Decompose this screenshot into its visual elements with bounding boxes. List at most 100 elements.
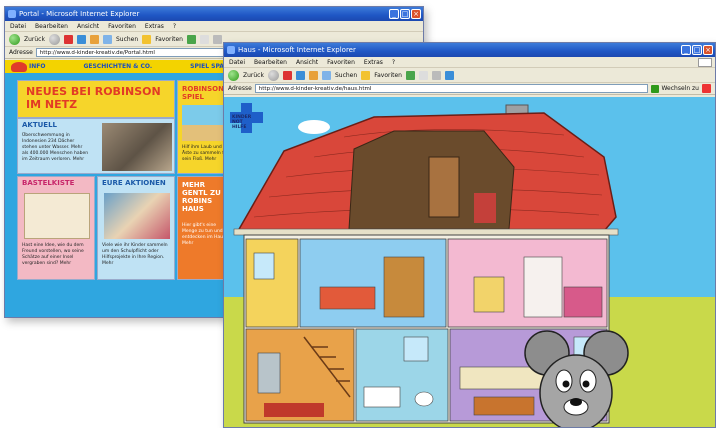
stairwell-room[interactable] <box>245 238 299 328</box>
minimize-button[interactable]: _ <box>389 9 399 19</box>
favorites-button-label[interactable]: Favoriten <box>155 36 183 43</box>
address-label: Adresse <box>228 85 252 92</box>
search-icon[interactable] <box>321 70 331 80</box>
go-icon <box>651 84 660 93</box>
attic-wardrobe[interactable] <box>428 156 460 218</box>
search-button-label[interactable]: Suchen <box>116 36 138 43</box>
wardrobe[interactable] <box>523 256 563 318</box>
front-menu-bar: Datei Bearbeiten Ansicht Favoriten Extra… <box>224 57 715 68</box>
map-drawing-image <box>24 193 90 239</box>
nav-info[interactable]: INFO <box>29 63 45 70</box>
window-controls: _ □ × <box>681 45 713 55</box>
window <box>403 336 429 362</box>
history-icon[interactable] <box>186 34 196 44</box>
aktionen-text: Viele wie ihr Kinder sammeln um den Schu… <box>102 243 168 266</box>
favorites-icon[interactable] <box>142 34 152 44</box>
mail-icon[interactable] <box>199 34 209 44</box>
menu-favoriten[interactable]: Favoriten <box>108 21 136 31</box>
menu-help[interactable]: ? <box>392 57 395 67</box>
home-icon[interactable] <box>308 70 318 80</box>
screenshot-scene: Portal - Microsoft Internet Explorer _ □… <box>0 0 716 428</box>
front-window-title: Haus - Microsoft Internet Explorer <box>238 46 356 54</box>
address-label: Adresse <box>9 49 33 56</box>
favorites-button-label[interactable]: Favoriten <box>374 72 402 79</box>
news-title: NEUES BEI ROBINSON IM NETZ <box>26 85 161 111</box>
menu-help[interactable]: ? <box>173 21 176 31</box>
aktuell-tile[interactable]: AKTUELL Überschwemmung in Indonesien 234… <box>17 118 175 174</box>
back-menu-bar: Datei Bearbeiten Ansicht Favoriten Extra… <box>5 21 423 32</box>
menu-datei[interactable]: Datei <box>10 21 26 31</box>
front-browser-window[interactable]: Haus - Microsoft Internet Explorer _ □ ×… <box>223 42 716 428</box>
news-banner: NEUES BEI ROBINSON IM NETZ <box>17 80 175 118</box>
window-controls: _ □ × <box>389 9 421 19</box>
window <box>253 252 275 280</box>
close-button[interactable]: × <box>703 45 713 55</box>
aktuell-text: Überschwemmung in Indonesien 234 Dächer … <box>22 133 89 162</box>
menu-ansicht[interactable]: Ansicht <box>296 57 318 67</box>
front-address-bar: Adresse http://www.d-kinder-kreativ.de/h… <box>224 83 715 95</box>
stop-icon[interactable] <box>63 34 73 44</box>
dresser[interactable] <box>473 276 505 313</box>
links-icon[interactable] <box>702 84 711 93</box>
stop-icon[interactable] <box>282 70 292 80</box>
kids-bed[interactable] <box>319 286 376 310</box>
mail-icon[interactable] <box>418 70 428 80</box>
messenger-icon[interactable] <box>444 70 454 80</box>
go-button[interactable]: Wechseln zu <box>651 84 699 93</box>
nav-geschichten[interactable]: GESCHICHTEN & CO. <box>83 63 152 70</box>
front-page-content: KINDER NOT HILFE <box>224 97 715 427</box>
menu-bearbeiten[interactable]: Bearbeiten <box>35 21 68 31</box>
menu-datei[interactable]: Datei <box>229 57 245 67</box>
eaves <box>233 228 619 236</box>
refresh-icon[interactable] <box>76 34 86 44</box>
site-logo-icon[interactable] <box>11 62 27 72</box>
close-button[interactable]: × <box>411 9 421 19</box>
menu-ansicht[interactable]: Ansicht <box>77 21 99 31</box>
aktionen-tile[interactable]: EURE AKTIONEN Viele wie ihr Kinder samme… <box>97 176 175 280</box>
menu-bearbeiten[interactable]: Bearbeiten <box>254 57 287 67</box>
back-button-label[interactable]: Zurück <box>24 36 45 43</box>
back-icon[interactable] <box>228 69 239 81</box>
back-icon[interactable] <box>9 33 20 45</box>
front-address-input[interactable]: http://www.d-kinder-kreativ.de/haus.html <box>254 84 649 93</box>
print-icon[interactable] <box>431 70 441 80</box>
flood-photo <box>102 123 172 171</box>
search-icon[interactable] <box>102 34 112 44</box>
bastelkiste-heading: BASTELKISTE <box>22 179 75 187</box>
front-title-bar[interactable]: Haus - Microsoft Internet Explorer _ □ × <box>224 43 715 57</box>
attic-basket[interactable] <box>474 193 496 223</box>
bastelkiste-text: Hast eine Idee, wie du dem Freund vorste… <box>22 243 84 266</box>
menu-favoriten[interactable]: Favoriten <box>327 57 355 67</box>
house-illustration[interactable] <box>224 97 715 427</box>
favorites-icon[interactable] <box>361 70 371 80</box>
kitchen-table[interactable] <box>473 396 535 416</box>
cloud <box>298 120 330 134</box>
refresh-icon[interactable] <box>295 70 305 80</box>
maximize-button[interactable]: □ <box>400 9 410 19</box>
search-button-label[interactable]: Suchen <box>335 72 357 79</box>
back-title-bar[interactable]: Portal - Microsoft Internet Explorer _ □… <box>5 7 423 21</box>
forward-icon[interactable] <box>48 33 60 45</box>
go-label: Wechseln zu <box>661 85 699 92</box>
history-icon[interactable] <box>405 70 415 80</box>
front-door[interactable] <box>257 352 281 394</box>
forward-icon[interactable] <box>267 69 279 81</box>
maximize-button[interactable]: □ <box>692 45 702 55</box>
menu-extras[interactable]: Extras <box>364 57 383 67</box>
bathtub[interactable] <box>363 386 401 408</box>
bastelkiste-tile[interactable]: BASTELKISTE Hast eine Idee, wie du dem F… <box>17 176 95 280</box>
ie-icon <box>8 10 16 18</box>
back-button-label[interactable]: Zurück <box>243 72 264 79</box>
menu-extras[interactable]: Extras <box>145 21 164 31</box>
children-photo <box>104 193 170 239</box>
hall-rug <box>264 403 324 417</box>
toilet[interactable] <box>414 391 434 407</box>
windows-flag-icon <box>698 58 712 67</box>
pink-bed[interactable] <box>563 286 603 318</box>
print-icon[interactable] <box>212 34 222 44</box>
back-window-title: Portal - Microsoft Internet Explorer <box>19 10 140 18</box>
front-toolbar: Zurück Suchen Favoriten <box>224 68 715 83</box>
home-icon[interactable] <box>89 34 99 44</box>
minimize-button[interactable]: _ <box>681 45 691 55</box>
bookshelf[interactable] <box>383 256 425 318</box>
